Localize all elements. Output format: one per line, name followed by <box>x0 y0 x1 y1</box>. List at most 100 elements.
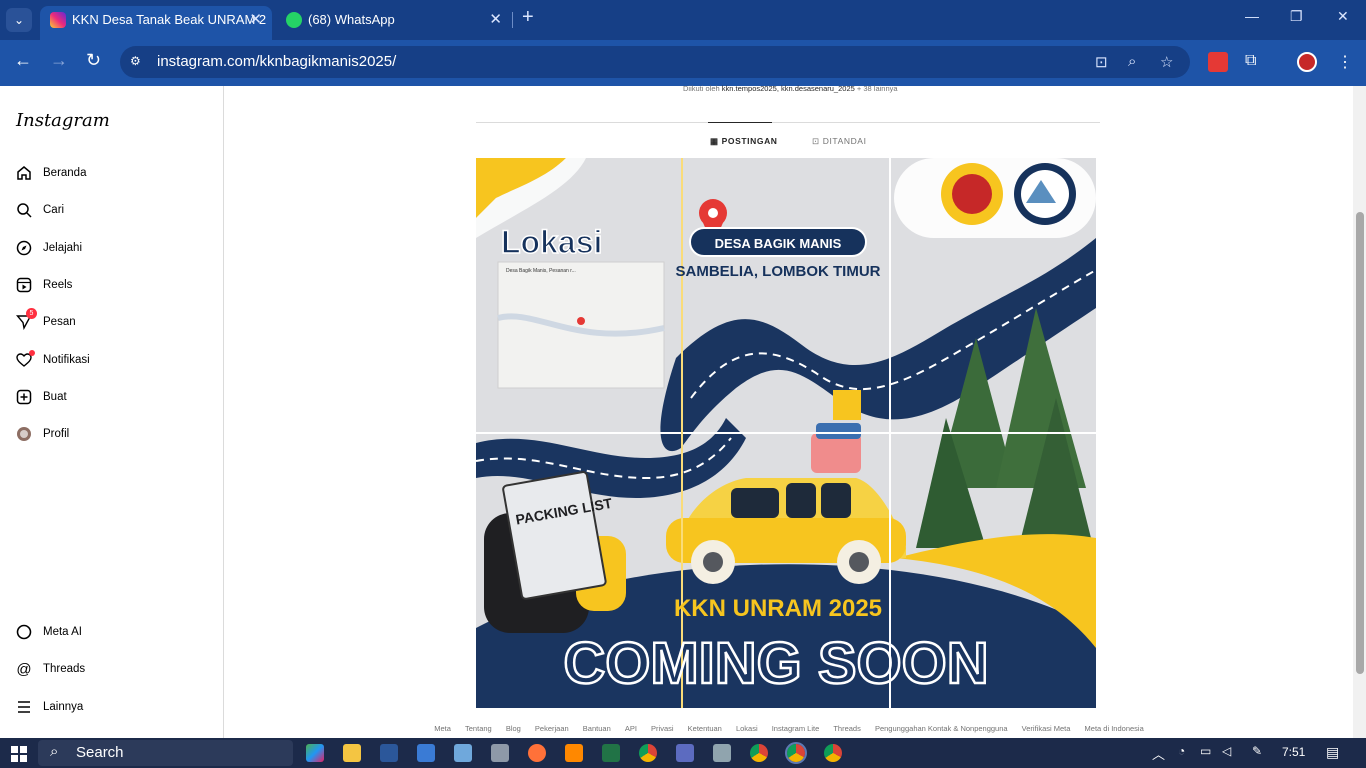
followed-by-text[interactable]: Diikuti oleh kkn.tempos2025, kkn.desasen… <box>683 84 898 93</box>
threads-icon: @ <box>16 660 32 678</box>
pen-icon[interactable]: ✎ <box>1252 744 1262 758</box>
reload-button[interactable]: ↻ <box>86 50 101 71</box>
sidebar-item-notifikasi[interactable]: Notifikasi <box>16 348 90 372</box>
tabs-divider <box>476 122 1100 123</box>
footer-link[interactable]: Pengunggahan Kontak & Nonpengguna <box>875 724 1008 733</box>
scrollbar-thumb[interactable] <box>1356 212 1364 674</box>
vlc-icon[interactable] <box>565 744 583 762</box>
meta-ai-icon <box>16 624 32 640</box>
sidebar-item-label: Buat <box>43 391 67 403</box>
notification-dot <box>29 350 35 356</box>
footer-link[interactable]: Pekerjaan <box>535 724 569 733</box>
tray-chevron-icon[interactable]: ︿ <box>1152 744 1165 763</box>
page-scrollbar[interactable] <box>1353 86 1366 738</box>
district-label: SAMBELIA, LOMBOK TIMUR <box>676 263 881 280</box>
sidebar-item-cari[interactable]: Cari <box>16 198 64 222</box>
chrome-profile-icon[interactable] <box>750 744 768 762</box>
home-icon <box>16 165 32 181</box>
footer-link[interactable]: Privasi <box>651 724 674 733</box>
profile-avatar-icon[interactable] <box>1297 52 1317 72</box>
footer-link[interactable]: Meta <box>434 724 451 733</box>
instagram-icon <box>50 12 66 28</box>
sidebar-item-meta-ai[interactable]: Meta AI <box>16 620 82 644</box>
taskbar-search[interactable]: ⌕ Search <box>38 740 293 766</box>
address-bar[interactable]: ⚙ instagram.com/kknbagikmanis2025/ ⊡ ⌕ ☆ <box>120 46 1190 78</box>
bookmark-star-icon[interactable]: ☆ <box>1160 53 1173 71</box>
extensions-puzzle-icon[interactable]: ⧉ <box>1245 52 1265 72</box>
compass-icon <box>16 240 32 256</box>
instagram-logo[interactable]: Instagram <box>16 110 110 131</box>
footer-link[interactable]: Threads <box>833 724 861 733</box>
battery-icon[interactable]: ▭ <box>1200 744 1211 758</box>
tab-instagram[interactable]: KKN Desa Tanak Beak UNRAM 2 ✕ <box>40 6 272 40</box>
sidebar-item-jelajahi[interactable]: Jelajahi <box>16 236 82 260</box>
sidebar-item-label: Beranda <box>43 167 87 179</box>
sidebar-item-profil[interactable]: Profil <box>16 422 69 446</box>
notifications-icon[interactable]: ▤ <box>1326 744 1339 761</box>
footer-link[interactable]: API <box>625 724 637 733</box>
sidebar-item-pesan[interactable]: 5 Pesan <box>16 308 76 334</box>
tab-search-button[interactable]: ⌄ <box>6 8 32 32</box>
install-app-icon[interactable]: ⊡ <box>1095 53 1108 71</box>
tab-whatsapp[interactable]: (68) WhatsApp ✕ <box>276 6 512 40</box>
tab-ditandai[interactable]: ⊡ DITANDAI <box>812 136 867 147</box>
restore-icon[interactable]: ❐ <box>1290 8 1303 25</box>
wifi-icon[interactable]: ◔ <box>1178 744 1185 758</box>
app-icon[interactable] <box>676 744 694 762</box>
zoom-icon[interactable]: ⌕ <box>1128 53 1136 70</box>
new-tab-button[interactable]: + <box>522 6 534 29</box>
footer-link[interactable]: Instagram Lite <box>772 724 820 733</box>
sidebar-item-beranda[interactable]: Beranda <box>16 161 86 185</box>
sidebar-item-reels[interactable]: Reels <box>16 273 72 297</box>
followed-names[interactable]: kkn.tempos2025, kkn.desasenaru_2025 <box>722 84 855 93</box>
sidebar-item-lainnya[interactable]: Lainnya <box>16 695 83 719</box>
extension-icon[interactable] <box>1208 52 1228 72</box>
notepad-icon[interactable] <box>454 744 472 762</box>
chrome-icon[interactable] <box>639 744 657 762</box>
footer-link[interactable]: Bantuan <box>583 724 611 733</box>
photos-icon[interactable] <box>713 744 731 762</box>
close-tab-icon[interactable]: ✕ <box>489 6 502 34</box>
sidebar-item-label: Profil <box>43 428 70 440</box>
kkn-coming-soon-poster[interactable]: Lokasi Desa Bagik Manis, Pesanan r... DE… <box>476 158 1096 708</box>
close-window-icon[interactable]: ✕ <box>1337 8 1349 25</box>
footer-link[interactable]: Lokasi <box>736 724 758 733</box>
sidebar-item-buat[interactable]: Buat <box>16 385 67 409</box>
post-grid[interactable]: Lokasi Desa Bagik Manis, Pesanan r... DE… <box>476 158 1096 708</box>
avatar-icon <box>16 426 32 442</box>
footer-link[interactable]: Tentang <box>465 724 492 733</box>
calculator-icon[interactable] <box>491 744 509 762</box>
word-icon[interactable] <box>380 744 398 762</box>
footer-link[interactable]: Ketentuan <box>688 724 722 733</box>
back-button[interactable]: ← <box>14 50 32 71</box>
firefox-icon[interactable] <box>528 744 546 762</box>
windows-start-icon[interactable] <box>11 746 27 762</box>
instagram-sidebar: Instagram Beranda Cari Jelajahi Reels 5 … <box>0 86 224 738</box>
followed-prefix: Diikuti oleh <box>683 84 720 93</box>
chrome-active-icon[interactable] <box>785 742 807 764</box>
browser-tab-bar: ⌄ KKN Desa Tanak Beak UNRAM 2 ✕ (68) Wha… <box>0 0 1366 40</box>
volume-icon[interactable]: ◁ <box>1222 744 1231 758</box>
copilot-icon[interactable] <box>306 744 324 762</box>
excel-icon[interactable] <box>602 744 620 762</box>
site-info-icon[interactable]: ⚙ <box>130 54 146 70</box>
tab-postingan[interactable]: ▦ POSTINGAN <box>708 122 778 147</box>
coming-soon-label: COMING SOON <box>563 631 988 696</box>
url-text[interactable]: instagram.com/kknbagikmanis2025/ <box>157 53 396 70</box>
followed-more[interactable]: + 38 lainnya <box>857 84 898 93</box>
tab-title: KKN Desa Tanak Beak UNRAM 2 <box>72 12 267 27</box>
footer-link[interactable]: Meta di Indonesia <box>1085 724 1144 733</box>
app-icon[interactable] <box>417 744 435 762</box>
chrome-profile-icon[interactable] <box>824 744 842 762</box>
minimize-icon[interactable]: — <box>1245 8 1259 24</box>
close-tab-icon[interactable]: ✕ <box>249 6 262 34</box>
footer-link[interactable]: Verifikasi Meta <box>1022 724 1071 733</box>
footer-link[interactable]: Blog <box>506 724 521 733</box>
file-explorer-icon[interactable] <box>343 744 361 762</box>
sidebar-item-threads[interactable]: @ Threads <box>16 657 85 681</box>
forward-button[interactable]: → <box>50 50 68 71</box>
plus-square-icon <box>16 389 32 405</box>
taskbar-clock[interactable]: 7:51 <box>1282 745 1305 759</box>
menu-kebab-icon[interactable]: ⋮ <box>1337 52 1357 72</box>
menu-icon <box>16 699 32 715</box>
